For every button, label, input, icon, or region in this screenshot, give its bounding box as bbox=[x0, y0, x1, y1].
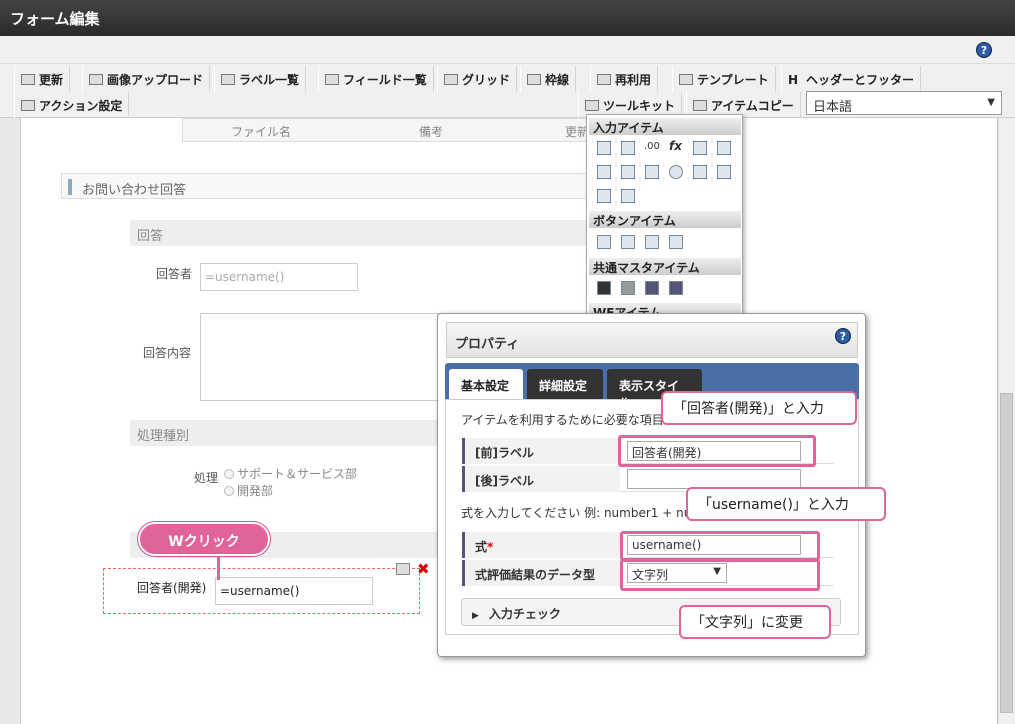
selected-item-label[interactable]: 回答者(開発) bbox=[137, 579, 206, 596]
textbox-icon[interactable] bbox=[621, 141, 635, 155]
template-icon bbox=[679, 74, 693, 85]
delete-icon[interactable]: ✖ bbox=[417, 560, 430, 578]
tab-basic[interactable]: 基本設定 bbox=[449, 369, 523, 399]
pre-label-label: [前]ラベル bbox=[462, 438, 620, 464]
highlight-formula bbox=[620, 531, 820, 561]
radio-support[interactable]: サポート＆サービス部 bbox=[224, 465, 357, 482]
grid-header-note: 備考 bbox=[419, 125, 444, 139]
template-button[interactable]: テンプレート bbox=[672, 66, 776, 92]
reuse-button[interactable]: 再利用 bbox=[590, 66, 659, 92]
formula-icon[interactable]: fx bbox=[669, 139, 682, 153]
highlight-pre-label bbox=[618, 435, 816, 467]
calendar-icon[interactable] bbox=[717, 141, 731, 155]
radio-icon bbox=[224, 469, 234, 479]
scrollbar-thumb[interactable] bbox=[1000, 393, 1013, 713]
triangle-right-icon: ▶ bbox=[472, 611, 479, 621]
selected-item-field[interactable]: =username() bbox=[215, 577, 373, 605]
action-icon bbox=[21, 100, 35, 111]
border-icon bbox=[527, 74, 541, 85]
button-items-heading: ボタンアイテム bbox=[589, 211, 741, 228]
item-menu-icon[interactable] bbox=[396, 563, 410, 575]
building-icon[interactable] bbox=[621, 281, 635, 295]
calendar-icon[interactable] bbox=[693, 141, 707, 155]
post-label-label: [後]ラベル bbox=[462, 466, 620, 492]
number-icon[interactable]: .00 bbox=[644, 141, 660, 152]
upload-icon[interactable] bbox=[597, 189, 611, 203]
callout-datatype: 「文字列」に変更 bbox=[679, 605, 831, 639]
callout-formula: 「username()」と入力 bbox=[686, 487, 886, 521]
list-icon[interactable] bbox=[717, 165, 731, 179]
list-icon[interactable] bbox=[693, 165, 707, 179]
window-title: フォーム編集 bbox=[0, 0, 1015, 36]
org-icon[interactable] bbox=[669, 281, 683, 295]
help-icon[interactable]: ? bbox=[835, 328, 851, 344]
chevron-down-icon: ▼ bbox=[987, 97, 995, 108]
help-icon[interactable]: ? bbox=[976, 42, 992, 58]
arrow-right-icon[interactable] bbox=[621, 235, 635, 249]
image-icon bbox=[89, 74, 103, 85]
list-icon bbox=[325, 74, 339, 85]
textbox-icon[interactable] bbox=[597, 141, 611, 155]
header-icon: H bbox=[788, 73, 799, 87]
radio-icon bbox=[224, 486, 234, 496]
callout-pointer bbox=[217, 556, 220, 580]
grid-icon[interactable] bbox=[621, 189, 635, 203]
grid-icon[interactable] bbox=[621, 165, 635, 179]
border-button[interactable]: 枠線 bbox=[520, 66, 577, 92]
update-button[interactable]: 更新 bbox=[14, 66, 71, 92]
radio-dev[interactable]: 開発部 bbox=[224, 482, 273, 499]
grid-button[interactable]: グリッド bbox=[437, 66, 518, 92]
highlight-datatype bbox=[620, 559, 820, 591]
pencil-icon bbox=[21, 74, 35, 85]
list-icon bbox=[221, 74, 235, 85]
org-user-icon[interactable] bbox=[645, 281, 659, 295]
answer-heading[interactable]: 回答 bbox=[130, 220, 590, 246]
checkbox-icon[interactable] bbox=[645, 165, 659, 179]
formula-label: 式* bbox=[462, 532, 620, 558]
header-footer-button[interactable]: H ヘッダーとフッター bbox=[781, 66, 922, 92]
section-title[interactable]: お問い合わせ回答 bbox=[61, 173, 591, 199]
content-label[interactable]: 回答内容 bbox=[143, 344, 191, 361]
property-desc: アイテムを利用するために必要な項目を bbox=[461, 413, 676, 427]
button-icon[interactable] bbox=[597, 235, 611, 249]
content-textarea[interactable] bbox=[200, 313, 440, 401]
image-upload-button[interactable]: 画像アップロード bbox=[82, 66, 211, 92]
toolkit-panel: 入力アイテム .00 fx ボタンアイテム 共通マスタアイテム WFアイテム bbox=[586, 114, 743, 320]
dropdown-icon[interactable] bbox=[597, 165, 611, 179]
radio-icon[interactable] bbox=[669, 165, 683, 179]
grid-icon bbox=[444, 74, 458, 85]
required-mark: * bbox=[487, 540, 494, 554]
action-settings-button[interactable]: アクション設定 bbox=[14, 92, 130, 118]
grid-header: ファイル名 備考 更新 bbox=[182, 118, 602, 142]
answerer-label[interactable]: 回答者 bbox=[156, 265, 192, 282]
master-items-heading: 共通マスタアイテム bbox=[589, 258, 741, 275]
user-icon[interactable] bbox=[597, 281, 611, 295]
label-list-button[interactable]: ラベル一覧 bbox=[214, 66, 307, 92]
callout-pre-label: 「回答者(開発)」と入力 bbox=[661, 391, 857, 425]
process-label[interactable]: 処理 bbox=[194, 469, 218, 486]
help-bar: ? bbox=[0, 36, 1015, 64]
toolbox-icon bbox=[585, 100, 599, 111]
arrow-left-icon[interactable] bbox=[645, 235, 659, 249]
post-label-input[interactable] bbox=[627, 469, 801, 489]
field-list-button[interactable]: フィールド一覧 bbox=[318, 66, 434, 92]
datatype-label: 式評価結果のデータ型 bbox=[462, 560, 620, 586]
toolbox-icon bbox=[693, 100, 707, 111]
answerer-field[interactable]: =username() bbox=[200, 263, 358, 291]
grid-header-filename: ファイル名 bbox=[231, 125, 292, 139]
language-select[interactable]: 日本語 ▼ bbox=[806, 91, 1002, 115]
document-icon bbox=[597, 74, 611, 85]
callout-double-click: Wクリック bbox=[138, 522, 270, 556]
tab-detail[interactable]: 詳細設定 bbox=[527, 369, 603, 399]
arrow-left-icon[interactable] bbox=[669, 235, 683, 249]
property-title: プロパティ bbox=[446, 322, 858, 358]
input-items-heading: 入力アイテム bbox=[589, 118, 741, 135]
formula-hint: 式を入力してください 例: number1 + number bbox=[461, 506, 723, 520]
